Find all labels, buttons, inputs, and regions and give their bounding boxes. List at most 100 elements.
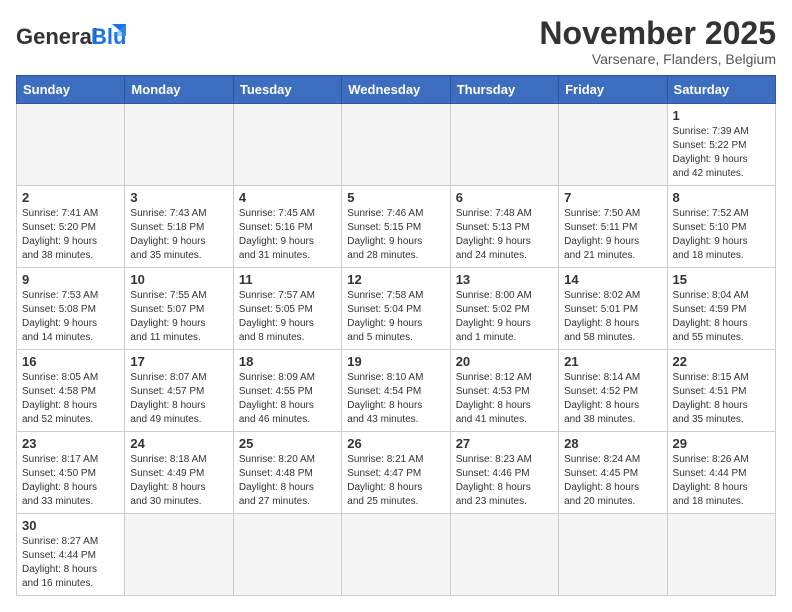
calendar-day-cell: 25 Sunrise: 8:20 AM Sunset: 4:48 PM Dayli… [233, 432, 341, 514]
day-info: Sunrise: 7:41 AM Sunset: 5:20 PM Dayligh… [22, 207, 119, 263]
title-block: November 2025 Varsenare, Flanders, Belgi… [539, 16, 776, 67]
day-info: Sunrise: 8:10 AM Sunset: 4:54 PM Dayligh… [347, 371, 444, 427]
day-number: 22 [673, 354, 770, 369]
calendar-day-cell: 8 Sunrise: 7:52 AM Sunset: 5:10 PM Daylig… [667, 186, 775, 268]
day-info: Sunrise: 8:18 AM Sunset: 4:49 PM Dayligh… [130, 453, 227, 509]
day-number: 3 [130, 190, 227, 205]
day-info: Sunrise: 8:27 AM Sunset: 4:44 PM Dayligh… [22, 535, 119, 591]
day-number: 10 [130, 272, 227, 287]
day-number: 21 [564, 354, 661, 369]
weekday-header: Wednesday [342, 76, 450, 104]
page-header: General Blue November 2025 Varsenare, Fl… [16, 16, 776, 67]
calendar-day-cell: 22 Sunrise: 8:15 AM Sunset: 4:51 PM Dayli… [667, 350, 775, 432]
calendar-day-cell: 6Sunrise: 7:48 AM Sunset: 5:13 PM Daylig… [450, 186, 558, 268]
weekday-header: Friday [559, 76, 667, 104]
day-number: 9 [22, 272, 119, 287]
calendar-day-cell: 27Sunrise: 8:23 AM Sunset: 4:46 PM Dayli… [450, 432, 558, 514]
day-info: Sunrise: 7:50 AM Sunset: 5:11 PM Dayligh… [564, 207, 661, 263]
weekday-header: Monday [125, 76, 233, 104]
day-number: 13 [456, 272, 553, 287]
calendar-day-cell [17, 104, 125, 186]
day-info: Sunrise: 8:07 AM Sunset: 4:57 PM Dayligh… [130, 371, 227, 427]
day-info: Sunrise: 8:23 AM Sunset: 4:46 PM Dayligh… [456, 453, 553, 509]
day-number: 1 [673, 108, 770, 123]
day-info: Sunrise: 7:52 AM Sunset: 5:10 PM Dayligh… [673, 207, 770, 263]
location: Varsenare, Flanders, Belgium [539, 51, 776, 67]
weekday-header: Tuesday [233, 76, 341, 104]
calendar-day-cell: 21 Sunrise: 8:14 AM Sunset: 4:52 PM Dayli… [559, 350, 667, 432]
calendar-day-cell [125, 514, 233, 596]
day-info: Sunrise: 8:00 AM Sunset: 5:02 PM Dayligh… [456, 289, 553, 345]
day-info: Sunrise: 8:09 AM Sunset: 4:55 PM Dayligh… [239, 371, 336, 427]
day-number: 2 [22, 190, 119, 205]
calendar-day-cell: 1Sunrise: 7:39 AM Sunset: 5:22 PM Daylig… [667, 104, 775, 186]
day-info: Sunrise: 8:17 AM Sunset: 4:50 PM Dayligh… [22, 453, 119, 509]
day-info: Sunrise: 8:21 AM Sunset: 4:47 PM Dayligh… [347, 453, 444, 509]
calendar-day-cell: 20Sunrise: 8:12 AM Sunset: 4:53 PM Dayli… [450, 350, 558, 432]
logo-text: General Blue [16, 16, 126, 65]
calendar-day-cell [667, 514, 775, 596]
logo: General Blue [16, 16, 126, 65]
svg-text:General: General [16, 24, 98, 49]
calendar-day-cell: 16 Sunrise: 8:05 AM Sunset: 4:58 PM Dayli… [17, 350, 125, 432]
calendar-day-cell [342, 514, 450, 596]
calendar-day-cell: 15 Sunrise: 8:04 AM Sunset: 4:59 PM Dayli… [667, 268, 775, 350]
day-number: 23 [22, 436, 119, 451]
calendar-day-cell: 29 Sunrise: 8:26 AM Sunset: 4:44 PM Dayli… [667, 432, 775, 514]
day-info: Sunrise: 7:55 AM Sunset: 5:07 PM Dayligh… [130, 289, 227, 345]
day-info: Sunrise: 7:45 AM Sunset: 5:16 PM Dayligh… [239, 207, 336, 263]
day-number: 25 [239, 436, 336, 451]
day-number: 17 [130, 354, 227, 369]
day-info: Sunrise: 8:02 AM Sunset: 5:01 PM Dayligh… [564, 289, 661, 345]
calendar-day-cell: 26 Sunrise: 8:21 AM Sunset: 4:47 PM Dayli… [342, 432, 450, 514]
day-number: 16 [22, 354, 119, 369]
day-info: Sunrise: 8:04 AM Sunset: 4:59 PM Dayligh… [673, 289, 770, 345]
calendar-day-cell: 30 Sunrise: 8:27 AM Sunset: 4:44 PM Dayli… [17, 514, 125, 596]
calendar-table: SundayMondayTuesdayWednesdayThursdayFrid… [16, 75, 776, 596]
calendar-day-cell: 17 Sunrise: 8:07 AM Sunset: 4:57 PM Dayli… [125, 350, 233, 432]
day-info: Sunrise: 8:15 AM Sunset: 4:51 PM Dayligh… [673, 371, 770, 427]
calendar-day-cell: 14Sunrise: 8:02 AM Sunset: 5:01 PM Dayli… [559, 268, 667, 350]
day-info: Sunrise: 7:57 AM Sunset: 5:05 PM Dayligh… [239, 289, 336, 345]
calendar-day-cell: 13 Sunrise: 8:00 AM Sunset: 5:02 PM Dayli… [450, 268, 558, 350]
calendar-week-row: 9 Sunrise: 7:53 AM Sunset: 5:08 PM Daylig… [17, 268, 776, 350]
day-number: 19 [347, 354, 444, 369]
day-number: 7 [564, 190, 661, 205]
weekday-header: Thursday [450, 76, 558, 104]
calendar-day-cell [559, 514, 667, 596]
calendar-week-row: 1Sunrise: 7:39 AM Sunset: 5:22 PM Daylig… [17, 104, 776, 186]
day-info: Sunrise: 7:43 AM Sunset: 5:18 PM Dayligh… [130, 207, 227, 263]
calendar-day-cell: 7 Sunrise: 7:50 AM Sunset: 5:11 PM Daylig… [559, 186, 667, 268]
calendar-day-cell: 18 Sunrise: 8:09 AM Sunset: 4:55 PM Dayli… [233, 350, 341, 432]
calendar-day-cell: 12Sunrise: 7:58 AM Sunset: 5:04 PM Dayli… [342, 268, 450, 350]
day-info: Sunrise: 8:14 AM Sunset: 4:52 PM Dayligh… [564, 371, 661, 427]
day-info: Sunrise: 8:26 AM Sunset: 4:44 PM Dayligh… [673, 453, 770, 509]
calendar-day-cell: 10 Sunrise: 7:55 AM Sunset: 5:07 PM Dayli… [125, 268, 233, 350]
day-number: 30 [22, 518, 119, 533]
day-number: 24 [130, 436, 227, 451]
weekday-header: Sunday [17, 76, 125, 104]
day-number: 29 [673, 436, 770, 451]
calendar-day-cell: 4Sunrise: 7:45 AM Sunset: 5:16 PM Daylig… [233, 186, 341, 268]
calendar-day-cell [125, 104, 233, 186]
day-number: 26 [347, 436, 444, 451]
day-info: Sunrise: 8:05 AM Sunset: 4:58 PM Dayligh… [22, 371, 119, 427]
calendar-week-row: 16 Sunrise: 8:05 AM Sunset: 4:58 PM Dayli… [17, 350, 776, 432]
calendar-day-cell: 28Sunrise: 8:24 AM Sunset: 4:45 PM Dayli… [559, 432, 667, 514]
day-info: Sunrise: 8:20 AM Sunset: 4:48 PM Dayligh… [239, 453, 336, 509]
day-number: 18 [239, 354, 336, 369]
calendar-day-cell [342, 104, 450, 186]
day-number: 20 [456, 354, 553, 369]
calendar-day-cell: 9 Sunrise: 7:53 AM Sunset: 5:08 PM Daylig… [17, 268, 125, 350]
day-number: 11 [239, 272, 336, 287]
calendar-day-cell [450, 514, 558, 596]
day-info: Sunrise: 7:46 AM Sunset: 5:15 PM Dayligh… [347, 207, 444, 263]
day-number: 8 [673, 190, 770, 205]
calendar-day-cell: 3 Sunrise: 7:43 AM Sunset: 5:18 PM Daylig… [125, 186, 233, 268]
calendar-day-cell [559, 104, 667, 186]
weekday-header: Saturday [667, 76, 775, 104]
calendar-day-cell [450, 104, 558, 186]
day-info: Sunrise: 7:53 AM Sunset: 5:08 PM Dayligh… [22, 289, 119, 345]
day-number: 15 [673, 272, 770, 287]
month-title: November 2025 [539, 16, 776, 51]
